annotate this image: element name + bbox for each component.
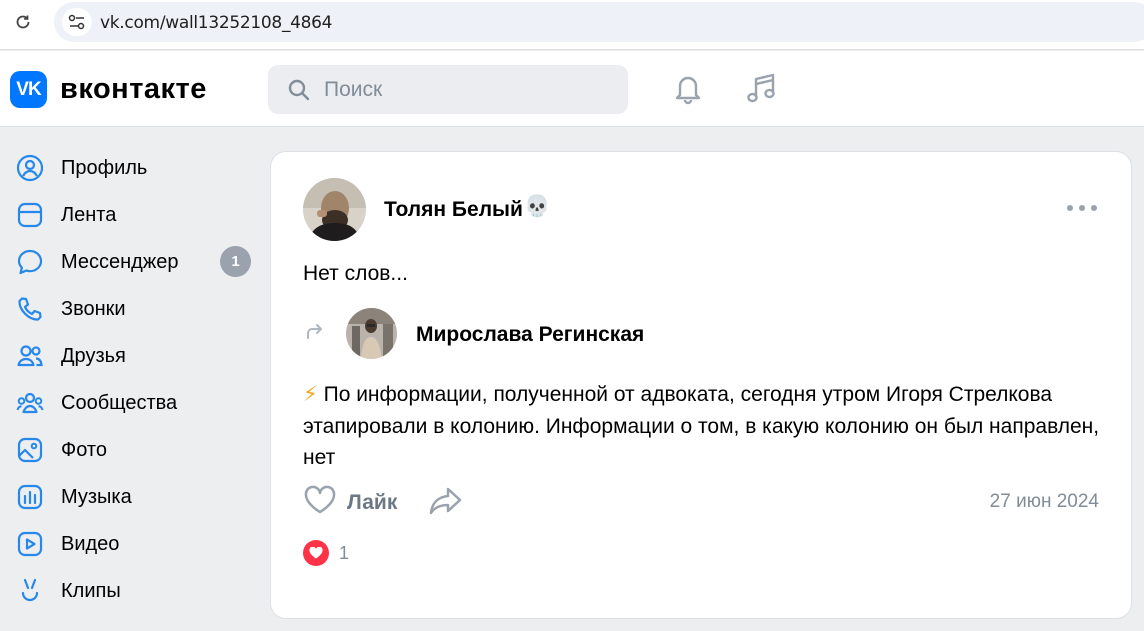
repost-text-body: По информации, полученной от адвоката, с… xyxy=(303,383,1100,469)
search-icon xyxy=(287,78,311,107)
sidebar-item-video[interactable]: Видео xyxy=(0,520,260,567)
sidebar: Профиль Лента Мессенджер 1 Звонки Друзья… xyxy=(0,144,260,614)
vk-logo[interactable]: VK вконтакте xyxy=(10,71,207,108)
sidebar-item-calls[interactable]: Звонки xyxy=(0,285,260,332)
vk-logo-text: вконтакте xyxy=(60,73,207,105)
sidebar-item-label: Фото xyxy=(61,439,107,461)
sidebar-item-communities[interactable]: Сообщества xyxy=(0,379,260,426)
sidebar-item-music[interactable]: Музыка xyxy=(0,473,260,520)
sidebar-item-label: Звонки xyxy=(61,298,126,320)
url-text[interactable]: vk.com/wall13252108_4864 xyxy=(100,13,333,33)
share-icon xyxy=(429,487,463,521)
video-icon xyxy=(15,529,44,558)
sidebar-item-clips[interactable]: Клипы xyxy=(0,567,260,614)
unread-badge: 1 xyxy=(220,246,251,277)
phone-icon xyxy=(15,294,44,323)
sidebar-item-label: Видео xyxy=(61,533,120,555)
sidebar-item-profile[interactable]: Профиль xyxy=(0,144,260,191)
bell-icon[interactable] xyxy=(670,70,706,106)
more-options-icon[interactable] xyxy=(1067,198,1097,218)
sidebar-item-label: Мессенджер xyxy=(61,251,179,273)
repost-text: ⚡ По информации, полученной от адвоката,… xyxy=(303,379,1103,474)
sidebar-item-label: Профиль xyxy=(61,157,148,179)
share-button[interactable] xyxy=(429,485,463,522)
search-box[interactable] xyxy=(268,65,628,114)
browser-bar: vk.com/wall13252108_4864 xyxy=(0,0,1144,50)
post-card: Толян Белый 💀 Нет слов... Мирослава Реги… xyxy=(270,151,1132,619)
post-text: Нет слов... xyxy=(303,262,408,285)
photo-icon xyxy=(15,435,44,464)
heart-outline-icon xyxy=(303,485,337,520)
like-button[interactable]: Лайк xyxy=(303,485,397,520)
communities-icon xyxy=(15,388,44,417)
repost-author-avatar[interactable] xyxy=(346,308,397,359)
repost-author-name[interactable]: Мирослава Регинская xyxy=(416,323,644,347)
skull-emoji: 💀 xyxy=(524,194,551,218)
vk-logo-mark: VK xyxy=(10,71,47,108)
lightning-emoji: ⚡ xyxy=(303,382,318,406)
vk-header: VK вконтакте xyxy=(0,51,1144,127)
sidebar-item-feed[interactable]: Лента xyxy=(0,191,260,238)
like-label: Лайк xyxy=(347,490,398,514)
sidebar-item-label: Сообщества xyxy=(61,392,178,414)
reload-icon[interactable] xyxy=(12,11,34,33)
site-info-icon[interactable] xyxy=(62,8,92,36)
sidebar-item-label: Музыка xyxy=(61,486,132,508)
sidebar-item-label: Друзья xyxy=(61,345,126,367)
reactions-count: 1 xyxy=(339,542,350,563)
repost-icon xyxy=(303,320,327,349)
messenger-icon xyxy=(15,247,44,276)
music-note-icon[interactable] xyxy=(744,70,780,106)
feed-icon xyxy=(15,200,44,229)
reactions-summary[interactable]: 1 xyxy=(303,540,349,566)
sidebar-item-label: Лента xyxy=(61,204,117,226)
music-icon xyxy=(15,482,44,511)
clips-icon xyxy=(15,576,44,605)
sidebar-item-messenger[interactable]: Мессенджер 1 xyxy=(0,238,260,285)
friends-icon xyxy=(15,341,44,370)
post-date[interactable]: 27 июн 2024 xyxy=(990,491,1099,513)
post-author-name[interactable]: Толян Белый xyxy=(384,198,523,222)
author-avatar[interactable] xyxy=(303,178,366,241)
search-input[interactable] xyxy=(324,65,614,114)
profile-icon xyxy=(15,153,44,182)
sidebar-item-photo[interactable]: Фото xyxy=(0,426,260,473)
sidebar-item-friends[interactable]: Друзья xyxy=(0,332,260,379)
address-bar[interactable]: vk.com/wall13252108_4864 xyxy=(54,2,1144,42)
heart-reaction-icon xyxy=(303,540,329,566)
sidebar-item-label: Клипы xyxy=(61,580,121,602)
